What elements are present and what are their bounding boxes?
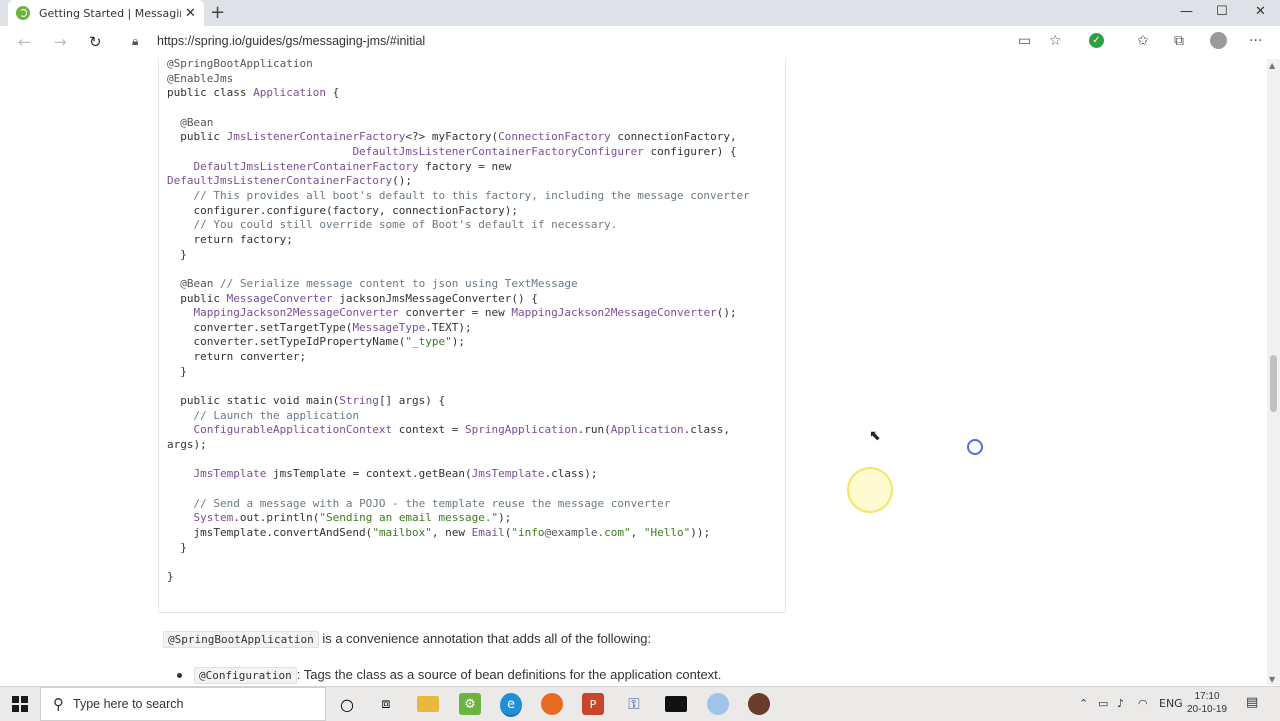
code-line: return converter; (167, 350, 307, 364)
code-line: @SpringBootApplication (167, 59, 313, 70)
maximize-icon[interactable]: ☐ (1216, 4, 1228, 19)
code-line: @EnableJms (167, 71, 234, 85)
tab-strip: Getting Started | Messaging with ✕ + — ☐… (0, 0, 1280, 26)
vertical-scrollbar[interactable]: ▲ ▼ (1267, 59, 1280, 685)
code-line: // Send a message with a POJO - the temp… (193, 496, 671, 510)
tab-title: Getting Started | Messaging with (39, 6, 181, 20)
mouse-pointer-icon: ⬉ (869, 428, 881, 444)
collections-icon[interactable]: ⧉ (1174, 33, 1184, 49)
code-line: MappingJackson2MessageConverter converte… (193, 306, 737, 320)
browser-tab[interactable]: Getting Started | Messaging with ✕ (8, 0, 204, 26)
tab-close-icon[interactable]: ✕ (185, 6, 196, 21)
close-window-icon[interactable]: ✕ (1255, 4, 1266, 19)
code-text: @SpringBootApplication @EnableJms public… (167, 59, 750, 585)
search-icon: ⚲ (53, 695, 64, 713)
firefox-icon[interactable] (541, 693, 563, 715)
favorite-icon[interactable]: ☆ (1049, 33, 1062, 49)
code-line: System.out.println("Sending an email mes… (193, 511, 512, 525)
date: 20-10-19 (1187, 704, 1228, 715)
url-field[interactable]: https://spring.io/guides/gs/messaging-jm… (157, 34, 425, 48)
code-line: DefaultJmsListenerContainerFactoryConfig… (352, 144, 737, 158)
paragraph-text: is a convenience annotation that adds al… (318, 631, 652, 646)
lock-icon[interactable]: 🔒︎ (132, 34, 138, 49)
spring-tool-icon[interactable]: ⚙ (459, 693, 481, 715)
code-line: } (167, 247, 187, 261)
code-block: @SpringBootApplication @EnableJms public… (158, 59, 786, 613)
browser-app-icon[interactable] (707, 693, 729, 715)
list-item: @Configuration: Tags the class as a sour… (177, 667, 722, 684)
shield-icon[interactable]: ✓ (1089, 33, 1104, 48)
code-line: converter.setTargetType(MessageType.TEXT… (167, 320, 472, 334)
code-line: } (167, 364, 187, 378)
code-line: jmsTemplate.convertAndSend("mailbox", ne… (167, 526, 711, 539)
code-line: ConfigurableApplicationContext context =… (193, 423, 730, 437)
code-line: public MessageConverter jacksonJmsMessag… (167, 291, 538, 305)
taskbar: ⚲ Type here to search ○ ⧈ ⚙ e P ⚿ ⌃ ▭ ♪ … (0, 686, 1280, 721)
list-item-text: : Tags the class as a source of bean def… (296, 667, 722, 682)
scroll-down-icon[interactable]: ▼ (1269, 675, 1275, 684)
time: 17:10 (1194, 691, 1220, 702)
inline-code: @SpringBootApplication (163, 631, 319, 648)
code-line: DefaultJmsListenerContainerFactory(); (167, 174, 413, 188)
wifi-icon[interactable]: ◠ (1138, 697, 1148, 710)
reader-icon[interactable]: ▭ (1018, 33, 1031, 49)
code-line: public class Application { (167, 86, 340, 100)
scrollbar-thumb[interactable] (1270, 355, 1277, 412)
code-line: @Bean // Serialize message content to js… (180, 276, 578, 290)
code-line: } (167, 569, 174, 583)
language-indicator[interactable]: ENG (1159, 697, 1183, 710)
code-line: // Launch the application (193, 408, 360, 422)
more-icon[interactable]: ··· (1249, 33, 1262, 49)
new-tab-button[interactable]: + (210, 2, 225, 23)
notification-icon[interactable]: ▤ (1246, 695, 1258, 710)
spring-favicon-icon (16, 6, 30, 20)
chevron-up-icon[interactable]: ⌃ (1079, 697, 1088, 710)
code-line: @Bean (180, 115, 214, 129)
volume-icon[interactable]: ♪ (1117, 697, 1124, 710)
edge-icon[interactable]: e (500, 693, 522, 717)
favorites-icon[interactable]: ✩ (1137, 33, 1149, 49)
forward-icon[interactable]: → (54, 33, 67, 51)
powerpoint-icon[interactable]: P (582, 693, 604, 715)
taskbar-search[interactable]: ⚲ Type here to search (40, 687, 326, 721)
clock[interactable]: 17:10 20-10-19 (1187, 690, 1227, 716)
cursor-highlight (847, 467, 893, 513)
profile-icon[interactable] (1210, 32, 1227, 49)
app-icon[interactable] (748, 693, 770, 715)
code-line: // You could still override some of Boot… (193, 218, 618, 232)
minimize-icon[interactable]: — (1180, 4, 1193, 19)
loading-spinner-icon (967, 439, 983, 455)
code-line: configurer.configure(factory, connection… (167, 203, 518, 217)
code-line: public JmsListenerContainerFactory<?> my… (167, 130, 737, 144)
bullet-icon (177, 673, 182, 679)
description-paragraph: @SpringBootApplication is a convenience … (163, 631, 652, 648)
refresh-icon[interactable]: ↻ (89, 33, 102, 51)
code-line: } (167, 540, 187, 554)
windows-start-icon[interactable] (12, 696, 28, 712)
file-explorer-icon[interactable] (417, 696, 439, 712)
network-app-icon[interactable]: ⚿ (623, 693, 645, 715)
task-view-icon[interactable]: ⧈ (375, 693, 397, 715)
code-line: public static void main(String[] args) { (167, 394, 446, 408)
code-line: converter.setTypeIdPropertyName("_type")… (167, 335, 466, 349)
code-line: return factory; (167, 232, 293, 246)
page-content: @SpringBootApplication @EnableJms public… (0, 59, 1267, 685)
code-line: // This provides all boot's default to t… (193, 188, 750, 202)
code-line: args); (167, 438, 207, 452)
scroll-up-icon[interactable]: ▲ (1269, 61, 1275, 70)
back-icon[interactable]: ← (18, 33, 31, 51)
code-line: DefaultJmsListenerContainerFactory facto… (193, 159, 512, 173)
terminal-icon[interactable] (665, 696, 687, 712)
address-bar-row: ← → ↻ 🔒︎ https://spring.io/guides/gs/mes… (0, 26, 1280, 60)
inline-code: @Configuration (194, 667, 297, 684)
search-placeholder: Type here to search (73, 697, 184, 711)
cortana-icon[interactable]: ○ (336, 693, 358, 715)
battery-icon[interactable]: ▭ (1098, 697, 1108, 710)
code-line: JmsTemplate jmsTemplate = context.getBea… (193, 467, 598, 481)
